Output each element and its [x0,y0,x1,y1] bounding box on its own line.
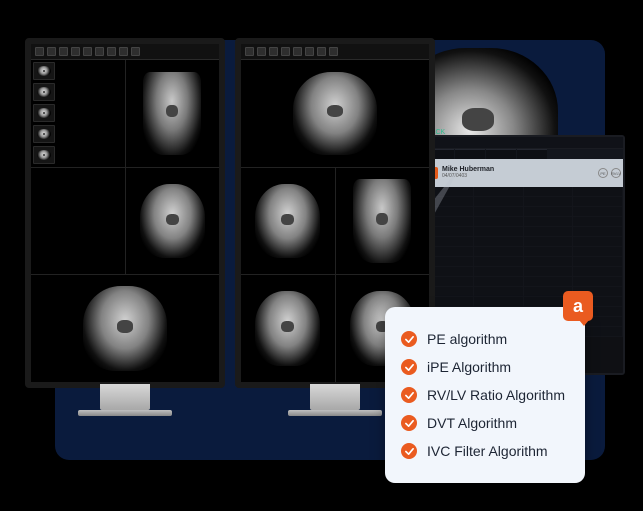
monitor-left [25,38,225,388]
thumbnail[interactable] [33,146,55,164]
toolbar-button[interactable] [281,47,290,56]
thumbnail[interactable] [33,62,55,80]
toolbar-button[interactable] [305,47,314,56]
image-pane[interactable] [336,168,430,275]
toolbar-button[interactable] [59,47,68,56]
toolbar-button[interactable] [245,47,254,56]
algorithm-card: a PE algorithm iPE Algorithm RV/LV Ratio… [385,307,585,483]
table-row[interactable] [424,267,623,277]
patient-id: 04/07/0403 [442,174,594,180]
toolbar-button[interactable] [257,47,266,56]
toolbar-button[interactable] [119,47,128,56]
algorithm-item: IVC Filter Algorithm [401,437,569,465]
thumbnail[interactable] [33,104,55,122]
worklist-tabs[interactable] [424,149,623,159]
table-row[interactable] [424,257,623,267]
worklist-header [424,137,623,149]
table-row[interactable] [424,217,623,227]
image-pane[interactable] [241,60,429,167]
toolbar-button[interactable] [95,47,104,56]
image-pane[interactable] [126,168,220,275]
image-pane[interactable] [241,168,335,275]
toolbar-button[interactable] [131,47,140,56]
image-pane[interactable] [31,60,125,167]
algorithm-label: IVC Filter Algorithm [427,443,548,459]
card-tag-icon: a [563,291,593,321]
image-pane[interactable] [31,275,219,382]
algorithm-label: PE algorithm [427,331,507,347]
finding-rvlv-icon: RVLV [611,168,621,178]
table-row[interactable] [424,187,623,197]
monitor-stand [310,384,360,410]
table-row[interactable] [424,287,623,297]
toolbar-button[interactable] [83,47,92,56]
worklist-patient-row[interactable]: a Mike Huberman 04/07/0403 PE RVLV [424,159,623,187]
toolbar-button[interactable] [71,47,80,56]
image-pane[interactable] [241,275,335,382]
algorithm-item: iPE Algorithm [401,353,569,381]
viewer-toolbar [31,44,219,60]
algorithm-label: DVT Algorithm [427,415,517,431]
image-pane[interactable] [126,60,220,167]
toolbar-button[interactable] [47,47,56,56]
check-icon [401,443,417,459]
check-icon [401,331,417,347]
algorithm-label: RV/LV Ratio Algorithm [427,387,565,403]
algorithm-item: RV/LV Ratio Algorithm [401,381,569,409]
toolbar-button[interactable] [107,47,116,56]
check-icon [401,387,417,403]
viewer-toolbar [241,44,429,60]
table-row[interactable] [424,277,623,287]
toolbar-button[interactable] [269,47,278,56]
table-row[interactable] [424,227,623,237]
toolbar-button[interactable] [293,47,302,56]
check-icon [401,415,417,431]
image-pane[interactable] [31,168,125,275]
table-row[interactable] [424,237,623,247]
monitor-stand [100,384,150,410]
table-row[interactable] [424,247,623,257]
thumbnail[interactable] [33,83,55,101]
table-row[interactable] [424,197,623,207]
algorithm-item: PE algorithm [401,325,569,353]
finding-icons: PE RVLV [598,168,621,178]
table-row[interactable] [424,207,623,217]
algorithm-item: DVT Algorithm [401,409,569,437]
check-icon [401,359,417,375]
algorithm-label: iPE Algorithm [427,359,511,375]
table-row[interactable] [424,297,623,307]
toolbar-button[interactable] [317,47,326,56]
series-thumbnails [33,62,57,164]
thumbnail[interactable] [33,125,55,143]
toolbar-button[interactable] [35,47,44,56]
toolbar-button[interactable] [329,47,338,56]
finding-pe-icon: PE [598,168,608,178]
